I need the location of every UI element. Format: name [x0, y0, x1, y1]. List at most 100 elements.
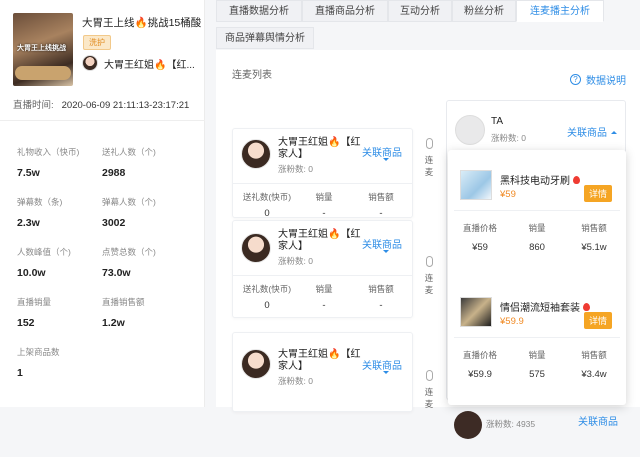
metric-value: ¥5.1w [581, 242, 607, 253]
stat-label: 弹幕人数（个) [102, 197, 156, 207]
product-image[interactable] [460, 297, 492, 327]
stat-value: 10.0w [17, 267, 46, 279]
tab-live-products[interactable]: 直播商品分析 [302, 0, 388, 22]
metric-label: 销量 [315, 192, 333, 202]
detail-button[interactable]: 详情 [583, 312, 612, 329]
tab-co-streamer[interactable]: 连麦播主分析 [516, 0, 604, 22]
co-streamer-name[interactable]: 大胃王红姐🔥【红家人】 [278, 137, 364, 161]
divider [233, 275, 412, 276]
related-products-toggle[interactable]: 关联商品 [362, 357, 402, 374]
stat-danmaku-users: 弹幕人数（个) 3002 [102, 196, 187, 229]
stream-thumbnail[interactable]: 大胃王上线挑战 [13, 13, 73, 86]
detail-button[interactable]: 详情 [583, 185, 612, 202]
metric-label: 销售额 [581, 350, 607, 360]
fans-value: 0 [521, 133, 526, 143]
metric-gifts: 送礼数(快币) 0 [237, 283, 297, 311]
list-title: 连麦列表 [232, 70, 272, 81]
stat-label: 弹幕数（条) [17, 197, 63, 207]
fans-label: 涨粉数: [278, 376, 306, 386]
link-indicator: 连麦 [421, 370, 437, 410]
co-streamer-avatar[interactable] [241, 349, 271, 379]
stats-grid: 礼物收入（快币) 7.5w 送礼人数（个) 2988 弹幕数（条) 2.3w 弹幕人数… [17, 146, 197, 379]
fire-icon [583, 303, 590, 311]
metric-label: 销量 [528, 223, 546, 233]
fans-label: 涨粉数: [278, 256, 306, 266]
co-streamer-name[interactable]: 大胃王红姐🔥【红家人】 [278, 229, 364, 253]
stat-sales-volume: 直播销量 152 [17, 296, 102, 329]
stat-value: 73.0w [102, 267, 131, 279]
stat-value: 1.2w [102, 317, 125, 329]
fire-icon [573, 176, 580, 184]
category-badge: 洗护 [83, 35, 111, 50]
product-name[interactable]: 黑科技电动牙刷 [500, 172, 580, 187]
product-name-text: 情侣潮流短袖套装 [500, 303, 580, 314]
metric-sales-amount: 销售额 - [351, 283, 411, 311]
ta-avatar[interactable] [454, 411, 482, 439]
stat-danmaku: 弹幕数（条) 2.3w [17, 196, 102, 229]
co-streamer-card: 大胃王红姐🔥【红家人】 涨粉数: 0 关联商品 送礼数(快币) 0 销量 - 销售额… [232, 220, 413, 318]
stream-time: 直播时间: 2020-06-09 21:11:13-23:17:21 [13, 97, 189, 111]
fans-gain: 涨粉数: 0 [278, 163, 313, 175]
related-products-toggle[interactable]: 关联商品 [578, 413, 618, 428]
co-streamer-avatar[interactable] [241, 139, 271, 169]
co-streamer-name[interactable]: 大胃王红姐🔥【红家人】 [278, 349, 364, 373]
tab-product-danmaku[interactable]: 商品弹幕舆情分析 [216, 27, 314, 49]
stat-label: 送礼人数（个) [102, 147, 156, 157]
metric-sales-volume: 销量 860 [509, 222, 565, 253]
stat-listed-products: 上架商品数 1 [17, 346, 102, 379]
product-image[interactable] [460, 170, 492, 200]
metric-label: 送礼数(快币) [242, 192, 292, 202]
divider [454, 337, 620, 338]
ta-fans-gain: 涨粉数: 0 [491, 132, 526, 144]
stat-gift-users: 送礼人数（个) 2988 [102, 146, 187, 179]
stat-value: 1 [17, 367, 23, 379]
tab-fans[interactable]: 粉丝分析 [452, 0, 516, 22]
metric-label: 销售额 [368, 192, 394, 202]
stat-label: 直播销售额 [102, 297, 145, 307]
metric-sales-amount: 销售额 - [351, 191, 411, 219]
co-streamer-card: 大胃王红姐🔥【红家人】 涨粉数: 0 关联商品 [232, 332, 413, 412]
related-products-toggle[interactable]: 关联商品 [567, 124, 617, 139]
metric-value: - [379, 300, 383, 311]
divider [0, 120, 205, 121]
help-link[interactable]: ? 数据说明 [570, 72, 626, 87]
tab-interaction[interactable]: 互动分析 [388, 0, 452, 22]
product-name[interactable]: 情侣潮流短袖套装 [500, 299, 590, 314]
stream-info-panel: 大胃王上线挑战 大胃王上线🔥挑战15桶酸 洗护 大胃王红姐🔥【红... 直播时间… [0, 0, 205, 407]
metric-sales-volume: 销量 575 [509, 349, 565, 380]
metric-sales-volume: 销量 - [294, 283, 354, 311]
metric-value: - [322, 300, 326, 311]
product-price: ¥59 [500, 189, 516, 200]
stat-label: 点赞总数（个) [102, 247, 156, 257]
ta-name[interactable]: TA [491, 116, 503, 127]
tab-live-data[interactable]: 直播数据分析 [216, 0, 302, 22]
stat-value: 3002 [102, 217, 126, 229]
divider [233, 183, 412, 184]
fans-gain: 涨粉数: 0 [278, 375, 313, 387]
fans-value: 0 [308, 164, 313, 174]
metric-value: ¥59 [472, 242, 488, 253]
fans-label: 涨粉数: [278, 164, 306, 174]
ta-avatar[interactable] [455, 115, 485, 145]
metric-sales-amount: 销售额 ¥5.1w [566, 222, 622, 253]
metric-live-price: 直播价格 ¥59 [452, 222, 508, 253]
link-label: 连麦 [424, 273, 434, 295]
thumbnail-caption: 大胃王上线挑战 [17, 45, 66, 52]
stat-value: 2988 [102, 167, 126, 179]
product-name-text: 黑科技电动牙刷 [500, 176, 570, 187]
co-streamer-card: 大胃王红姐🔥【红家人】 涨粉数: 0 关联商品 送礼数(快币) 0 销量 - 销售额… [232, 128, 413, 219]
link-indicator: 连麦 [421, 138, 437, 178]
metric-sales-amount: 销售额 ¥3.4w [566, 349, 622, 380]
stat-value: 2.3w [17, 217, 40, 229]
help-label: 数据说明 [586, 76, 626, 87]
time-label: 直播时间: [13, 100, 54, 111]
stat-value: 152 [17, 317, 35, 329]
metric-value: 575 [529, 369, 545, 380]
analysis-tabs: 直播数据分析 直播商品分析 互动分析 粉丝分析 连麦播主分析 商品弹幕舆情分析 [216, 0, 640, 50]
co-streamer-avatar[interactable] [241, 233, 271, 263]
anchor-row[interactable]: 大胃王红姐🔥【红... [82, 55, 195, 71]
related-products-toggle[interactable]: 关联商品 [362, 236, 402, 253]
metric-label: 销量 [315, 284, 333, 294]
fans-gain: 涨粉数: 0 [278, 255, 313, 267]
related-products-toggle[interactable]: 关联商品 [362, 144, 402, 161]
